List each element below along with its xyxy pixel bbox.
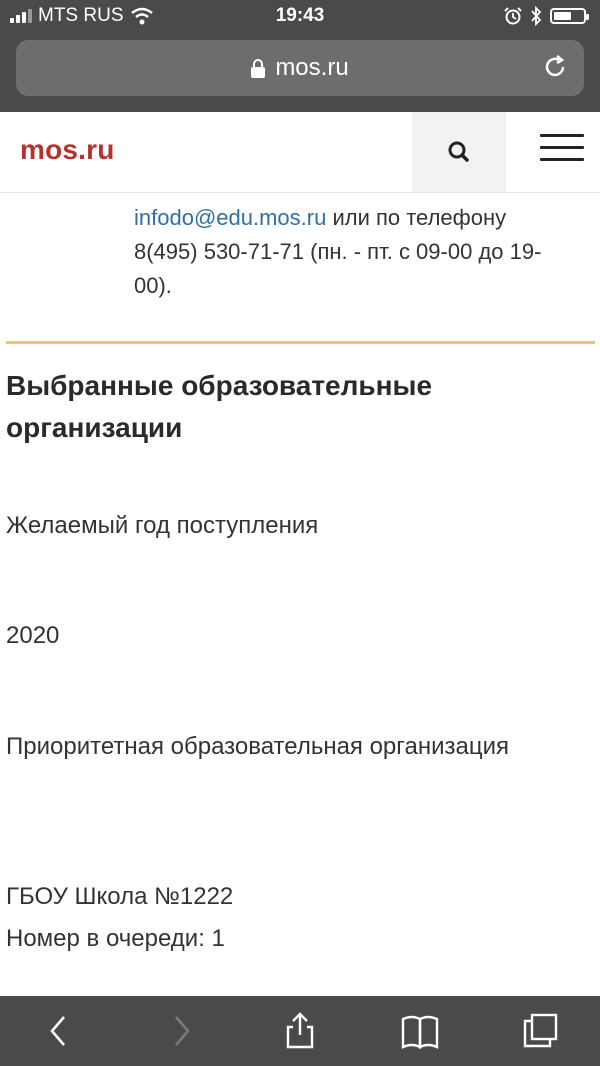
year-value: 2020 — [6, 622, 60, 649]
section-title: Выбранные образовательные организации — [6, 370, 433, 443]
contact-info: infodo@edu.mos.ru или по телефону 8(495)… — [134, 201, 564, 303]
share-icon[interactable] — [280, 1011, 320, 1051]
lock-icon — [251, 59, 266, 78]
status-bar: MTS RUS 19:43 — [0, 0, 600, 34]
bluetooth-icon — [531, 6, 542, 26]
site-header: mos.ru — [0, 112, 600, 193]
battery-icon — [550, 8, 589, 24]
status-right — [504, 6, 589, 26]
priority-label: Приоритетная образовательная организация — [6, 733, 510, 760]
site-logo[interactable]: mos.ru — [20, 134, 115, 166]
forward-icon[interactable] — [160, 1011, 200, 1051]
section-divider — [6, 341, 595, 344]
year-label: Желаемый год поступления — [6, 512, 319, 539]
reload-icon[interactable] — [540, 52, 570, 82]
search-button[interactable] — [412, 112, 506, 192]
url-text: mos.ru — [275, 54, 349, 81]
queue-number: Номер в очереди: 1 — [6, 925, 225, 952]
alarm-icon — [504, 7, 522, 25]
tabs-icon[interactable] — [520, 1011, 560, 1051]
address-bar[interactable]: mos.ru — [16, 40, 584, 96]
browser-toolbar — [0, 996, 600, 1066]
browser-top-chrome: MTS RUS 19:43 mos.ru — [0, 0, 600, 112]
search-icon — [448, 141, 469, 162]
school-name: ГБОУ Школа №1222 — [6, 883, 234, 910]
hamburger-icon[interactable] — [540, 134, 584, 170]
bookmarks-icon[interactable] — [400, 1011, 440, 1051]
email-link[interactable]: infodo@edu.mos.ru — [134, 205, 326, 230]
back-icon[interactable] — [40, 1011, 80, 1051]
